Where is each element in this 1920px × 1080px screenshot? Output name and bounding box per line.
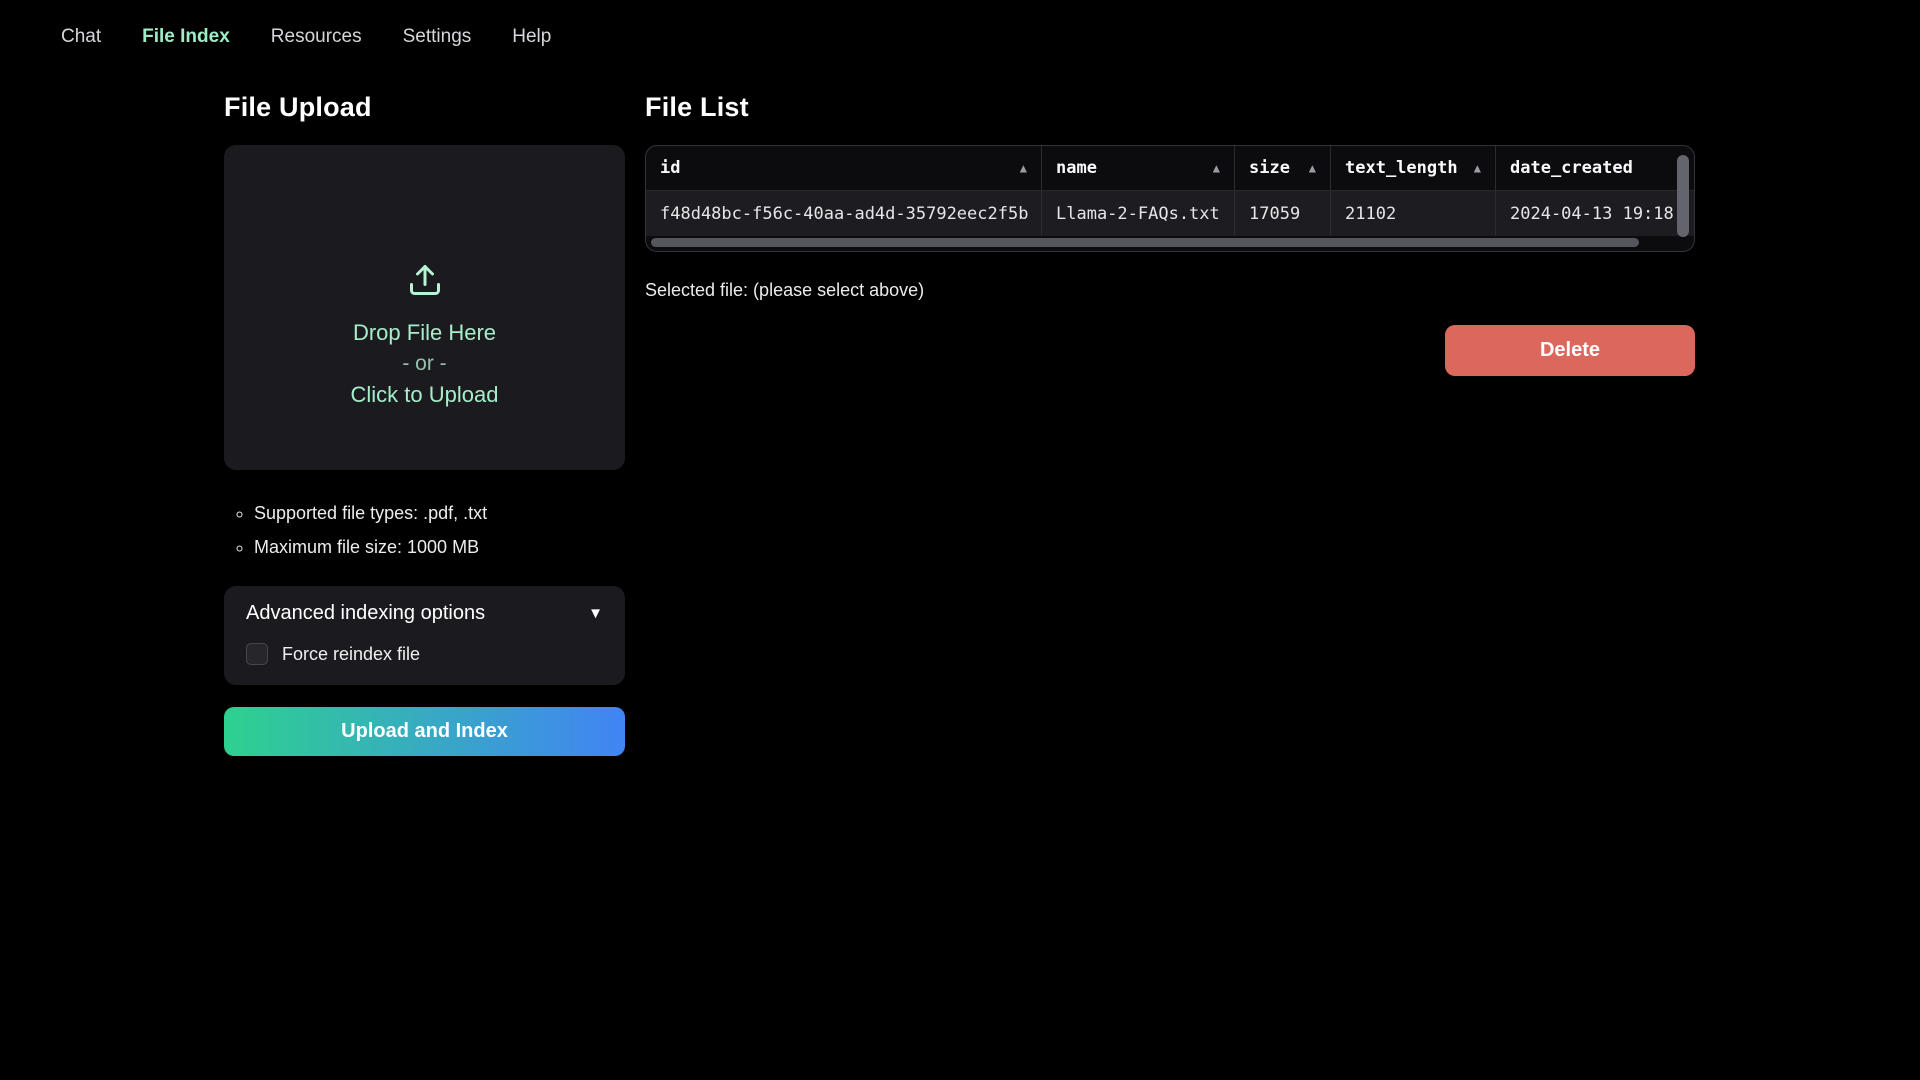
table-vertical-scrollbar[interactable] bbox=[1677, 155, 1689, 237]
upload-notes-list: Supported file types: .pdf, .txtMaximum … bbox=[224, 496, 625, 564]
file-upload-section: File Upload Drop File Here - or - Click … bbox=[224, 92, 625, 756]
file-dropzone[interactable]: Drop File Here - or - Click to Upload bbox=[224, 145, 625, 470]
main-content: File Upload Drop File Here - or - Click … bbox=[0, 92, 1920, 756]
column-label: size bbox=[1249, 158, 1290, 178]
nav-item-chat[interactable]: Chat bbox=[61, 26, 101, 48]
column-label: date_created bbox=[1510, 158, 1633, 178]
nav-item-settings[interactable]: Settings bbox=[403, 26, 472, 48]
advanced-options-header[interactable]: Advanced indexing options ▼ bbox=[246, 602, 603, 625]
sort-icon[interactable]: ▲ bbox=[1309, 161, 1316, 175]
column-label: text_length bbox=[1345, 158, 1458, 178]
table-cell-name[interactable]: Llama-2-FAQs.txt bbox=[1041, 191, 1234, 236]
upload-note: Supported file types: .pdf, .txt bbox=[254, 496, 625, 530]
column-label: name bbox=[1056, 158, 1097, 178]
table-cell-text-length[interactable]: 21102 bbox=[1330, 191, 1495, 236]
file-list-section: File List id ▲ name ▲ size ▲ text_length ▲ date_… bbox=[645, 92, 1695, 376]
table-cell-size[interactable]: 17059 bbox=[1234, 191, 1330, 236]
force-reindex-checkbox[interactable] bbox=[246, 643, 268, 665]
table-cell-id[interactable]: f48d48bc-f56c-40aa-ad4d-35792eec2f5b bbox=[646, 191, 1041, 236]
column-label: id bbox=[660, 158, 680, 178]
upload-note: Maximum file size: 1000 MB bbox=[254, 530, 625, 564]
upload-icon bbox=[407, 262, 443, 303]
sort-icon[interactable]: ▲ bbox=[1474, 161, 1481, 175]
advanced-options-accordion: Advanced indexing options ▼ Force reinde… bbox=[224, 586, 625, 685]
or-label: - or - bbox=[402, 348, 446, 379]
top-nav: Chat File Index Resources Settings Help bbox=[0, 0, 1920, 48]
table-horizontal-scrollbar[interactable] bbox=[651, 238, 1639, 247]
column-header-date-created[interactable]: date_created bbox=[1495, 146, 1695, 191]
chevron-down-icon: ▼ bbox=[588, 605, 603, 622]
nav-item-resources[interactable]: Resources bbox=[271, 26, 362, 48]
click-to-upload-link[interactable]: Click to Upload bbox=[351, 379, 499, 410]
nav-item-help[interactable]: Help bbox=[512, 26, 551, 48]
file-table-body: f48d48bc-f56c-40aa-ad4d-35792eec2f5bLlam… bbox=[646, 191, 1694, 236]
column-header-id[interactable]: id ▲ bbox=[646, 146, 1041, 191]
selected-file-status: Selected file: (please select above) bbox=[645, 280, 1695, 301]
file-table: id ▲ name ▲ size ▲ text_length ▲ date_created f4… bbox=[645, 145, 1695, 252]
sort-icon[interactable]: ▲ bbox=[1020, 161, 1027, 175]
file-table-header-row: id ▲ name ▲ size ▲ text_length ▲ date_created bbox=[646, 146, 1695, 191]
advanced-options-body: Force reindex file bbox=[246, 643, 603, 665]
force-reindex-label: Force reindex file bbox=[282, 644, 420, 665]
nav-item-file-index[interactable]: File Index bbox=[142, 26, 230, 48]
file-upload-title: File Upload bbox=[224, 92, 625, 123]
sort-icon[interactable]: ▲ bbox=[1213, 161, 1220, 175]
table-cell-date-created[interactable]: 2024-04-13 19:18: bbox=[1495, 191, 1695, 236]
table-row[interactable]: f48d48bc-f56c-40aa-ad4d-35792eec2f5bLlam… bbox=[646, 191, 1695, 236]
advanced-options-title: Advanced indexing options bbox=[246, 602, 485, 625]
column-header-size[interactable]: size ▲ bbox=[1234, 146, 1330, 191]
upload-and-index-button[interactable]: Upload and Index bbox=[224, 707, 625, 756]
delete-button[interactable]: Delete bbox=[1445, 325, 1695, 376]
drop-file-label: Drop File Here bbox=[353, 317, 496, 348]
file-list-title: File List bbox=[645, 92, 1695, 123]
column-header-name[interactable]: name ▲ bbox=[1041, 146, 1234, 191]
column-header-text-length[interactable]: text_length ▲ bbox=[1330, 146, 1495, 191]
